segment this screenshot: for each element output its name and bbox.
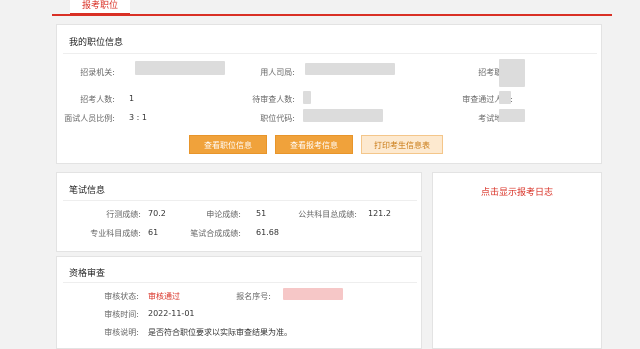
view-application-button[interactable]: 查看报考信息: [275, 135, 353, 154]
employer-label: 用人司局:: [260, 68, 295, 77]
written-exam-title: 笔试信息: [69, 186, 106, 196]
tab-position[interactable]: 报考职位: [70, 0, 130, 15]
interview-ratio-value: 3 : 1: [129, 113, 147, 122]
major-score-label: 专业科目成绩:: [90, 229, 141, 238]
recruit-org-label: 招录机关:: [80, 68, 115, 77]
qualification-panel: 资格审查 审核状态: 审核通过 报名序号: 审核时间: 2022-11-01 审…: [56, 256, 422, 349]
position-code-value-redacted: [303, 109, 383, 122]
position-value-redacted: [499, 59, 525, 87]
combined-score-label: 笔试合成成绩:: [190, 229, 241, 238]
pending-label: 待审查人数:: [252, 95, 295, 104]
show-log-link[interactable]: 点击显示报考日志: [433, 185, 601, 198]
registration-no-value-redacted: [283, 288, 343, 300]
registration-no-label: 报名序号:: [236, 292, 271, 301]
tab-bar: 报考职位: [52, 0, 612, 16]
review-status-value: 审核通过: [148, 292, 180, 301]
qualification-title: 资格审查: [69, 269, 106, 279]
xingce-value: 70.2: [148, 209, 166, 218]
print-candidate-card-button[interactable]: 打印考生信息表: [361, 135, 443, 154]
registration-log-panel: 点击显示报考日志: [432, 172, 602, 349]
review-note-value: 是否符合职位要求以实际审查结果为准。: [148, 328, 292, 337]
headcount-value: 1: [129, 94, 135, 103]
review-note-label: 审核说明:: [104, 328, 139, 337]
pending-value-redacted: [303, 91, 311, 104]
review-time-label: 审核时间:: [104, 310, 139, 319]
combined-score-value: 61.68: [256, 228, 279, 237]
divider: [63, 282, 417, 283]
position-code-label: 职位代码:: [260, 114, 295, 123]
shenlun-label: 申论成绩:: [206, 210, 241, 219]
public-total-label: 公共科目总成绩:: [298, 210, 357, 219]
public-total-value: 121.2: [368, 209, 391, 218]
position-info-panel: 我的职位信息 招录机关: 用人司局: 招考职位: 招考人数: 1 待审查人数: …: [56, 24, 602, 164]
major-score-value: 61: [148, 228, 159, 237]
shenlun-value: 51: [256, 209, 267, 218]
divider: [63, 200, 417, 201]
written-exam-panel: 笔试信息 行测成绩: 70.2 申论成绩: 51 公共科目总成绩: 121.2 …: [56, 172, 422, 252]
passed-value-redacted: [499, 91, 511, 104]
employer-value-redacted: [305, 63, 395, 75]
position-info-title: 我的职位信息: [69, 38, 124, 48]
interview-ratio-label: 面试人员比例:: [64, 114, 115, 123]
review-time-value: 2022-11-01: [148, 309, 195, 318]
divider: [63, 53, 597, 54]
review-status-label: 审核状态:: [104, 292, 139, 301]
xingce-label: 行测成绩:: [106, 210, 141, 219]
view-position-button[interactable]: 查看职位信息: [189, 135, 267, 154]
headcount-label: 招考人数:: [80, 95, 115, 104]
recruit-org-value-redacted: [135, 61, 225, 75]
exam-site-value-redacted: [499, 109, 525, 122]
